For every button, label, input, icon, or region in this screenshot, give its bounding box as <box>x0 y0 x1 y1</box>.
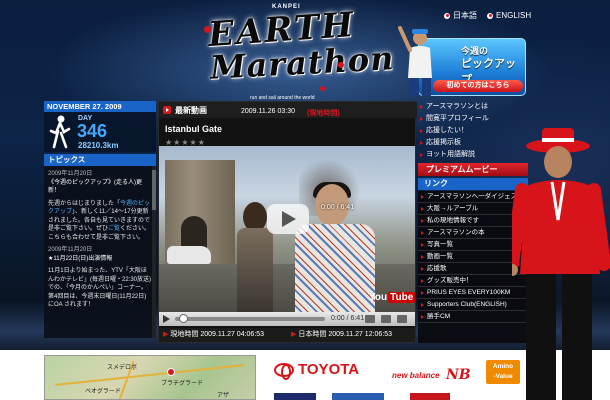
seek-bar[interactable] <box>175 317 325 321</box>
topics-list: 2009年11月20日 《今週のピックアップ》(走る人)更新！ 先週からはじまり… <box>44 166 156 338</box>
japan-time-label: 日本時間 <box>298 331 327 338</box>
video-time-overlay: 0:00 / 6:41 <box>321 204 355 211</box>
map-label: スメデロボ <box>107 365 138 371</box>
map-label: ブラチグラード <box>161 381 204 387</box>
menu-item-about[interactable]: アースマラソンとは <box>418 101 528 113</box>
first-visit-button[interactable]: 初めての方はこちら <box>433 80 523 92</box>
video-controls: 0:00 / 6:41 <box>159 312 415 326</box>
topics-scrollbar[interactable] <box>152 166 156 338</box>
runner-photo <box>512 128 610 400</box>
paint-splat-icon <box>338 62 344 68</box>
volume-icon[interactable] <box>365 315 375 323</box>
paint-splat-icon <box>204 26 211 33</box>
youtube-logo-you: You <box>369 292 388 303</box>
amino-line-1: Amino <box>492 363 514 370</box>
paint-splat-icon <box>320 86 325 91</box>
sponsor-toyota-text: TOYOTA <box>298 361 360 378</box>
youtube-logo[interactable]: You Tube <box>369 292 415 303</box>
sponsor-toyota[interactable]: TOYOTA <box>274 361 360 380</box>
youtube-logo-tube: Tube <box>388 292 415 303</box>
play-button[interactable] <box>267 204 309 234</box>
seek-handle[interactable] <box>179 314 188 323</box>
sponsor-logos: TOYOTA new balance NB Amino -Value <box>270 355 520 400</box>
sponsor-nb-mark[interactable]: NB <box>446 367 471 383</box>
japan-time-value: 2009.11.27 12:06:53 <box>328 331 393 338</box>
language-selector: 日本語 ENGLISH <box>444 10 531 21</box>
map-pin-icon[interactable] <box>167 368 175 376</box>
lang-option-japanese[interactable]: 日本語 <box>444 10 477 21</box>
fullscreen-icon[interactable] <box>397 315 407 323</box>
amino-line-2: -Value <box>493 373 513 380</box>
person-body <box>295 224 375 312</box>
topic-title[interactable]: ★11月22日(日)出演情報 <box>48 255 152 264</box>
sponsor-amino-value[interactable]: Amino -Value <box>486 360 520 384</box>
person-body <box>237 228 273 312</box>
video-player[interactable]: 0:00 / 6:41 You Tube <box>159 146 415 312</box>
video-frame-road <box>159 264 415 312</box>
topic-body: 先週からはじまりました「 <box>48 200 121 207</box>
site-logo[interactable]: KANPEI EARTH Marathon run and sail aroun… <box>200 4 395 102</box>
video-timestamp-label: (現地時間) <box>307 110 340 117</box>
local-time-value: 2009.11.27 04:06:53 <box>200 331 265 338</box>
list-item: 2009年11月20日 ★11月22日(日)出演情報 11月1日より始まった、Y… <box>48 246 152 310</box>
list-item: 2009年11月20日 《今週のピックアップ》(走る人)更新！ 先週からはじまり… <box>48 170 152 242</box>
topics-heading: トピックス <box>44 154 156 166</box>
lang-label-ja: 日本語 <box>453 11 477 20</box>
video-timestamp: 2009.11.26 03:30 <box>241 108 295 115</box>
play-icon[interactable] <box>163 315 170 323</box>
toyota-emblem-icon <box>274 362 294 380</box>
map-label: ベオグラード <box>85 389 121 395</box>
sponsor-logo[interactable] <box>332 393 384 400</box>
lang-label-en: ENGLISH <box>496 11 532 20</box>
video-panel: 最新動画 2009.11.26 03:30 (現地時間) Istanbul Ga… <box>158 101 417 343</box>
topic-title[interactable]: 《今週のピックアップ》(走る人)更新！ <box>48 179 152 196</box>
video-title: Istanbul Gate <box>165 124 223 134</box>
topic-link[interactable]: ご覧 <box>108 226 120 232</box>
video-play-icon <box>163 106 171 114</box>
map-label: アザ <box>217 393 230 399</box>
local-time-label: 現地時間 <box>170 331 199 338</box>
video-time-footer: ▶ 現地時間 2009.11.27 04:06:53 ▶ 日本時間 2009.11.… <box>159 328 415 342</box>
arrow-icon: ▶ <box>291 331 297 338</box>
distance-total: 28210.3km <box>78 141 119 150</box>
day-counter: DAY 346 28210.3km <box>44 112 156 152</box>
japan-time: ▶ 日本時間 2009.11.27 12:06:53 <box>291 328 392 342</box>
day-number: 346 <box>77 121 108 141</box>
lang-option-english[interactable]: ENGLISH <box>487 11 531 20</box>
video-time: 0:00 / 6:41 <box>331 315 365 322</box>
topic-date: 2009年11月20日 <box>48 247 93 253</box>
sponsor-logo[interactable] <box>274 393 316 400</box>
video-header: 最新動画 2009.11.26 03:30 (現地時間) <box>159 102 417 118</box>
video-frame-car <box>167 246 211 264</box>
topic-body: 11月1日より始まった、YTV「大阪ほんわかテレビ」(毎週日曜・22:30放送)… <box>48 268 152 308</box>
topic-date: 2009年11月20日 <box>48 171 93 177</box>
sponsor-new-balance[interactable]: new balance <box>392 371 440 380</box>
sponsor-logo[interactable] <box>410 393 450 400</box>
current-date: NOVEMBER 27. 2009 <box>44 101 156 112</box>
radio-icon <box>444 12 450 19</box>
route-map[interactable]: スメデロボ ブラチグラード ベオグラード アザ <box>44 355 256 400</box>
video-section-label: 最新動画 <box>175 106 207 115</box>
local-time: ▶ 現地時間 2009.11.27 04:06:53 <box>163 328 264 342</box>
settings-icon[interactable] <box>381 315 391 323</box>
map-road <box>55 364 245 386</box>
arrow-icon: ▶ <box>163 331 169 338</box>
runner-silhouette-icon <box>49 115 71 149</box>
waving-runner-image <box>398 26 432 96</box>
radio-icon <box>487 12 493 19</box>
